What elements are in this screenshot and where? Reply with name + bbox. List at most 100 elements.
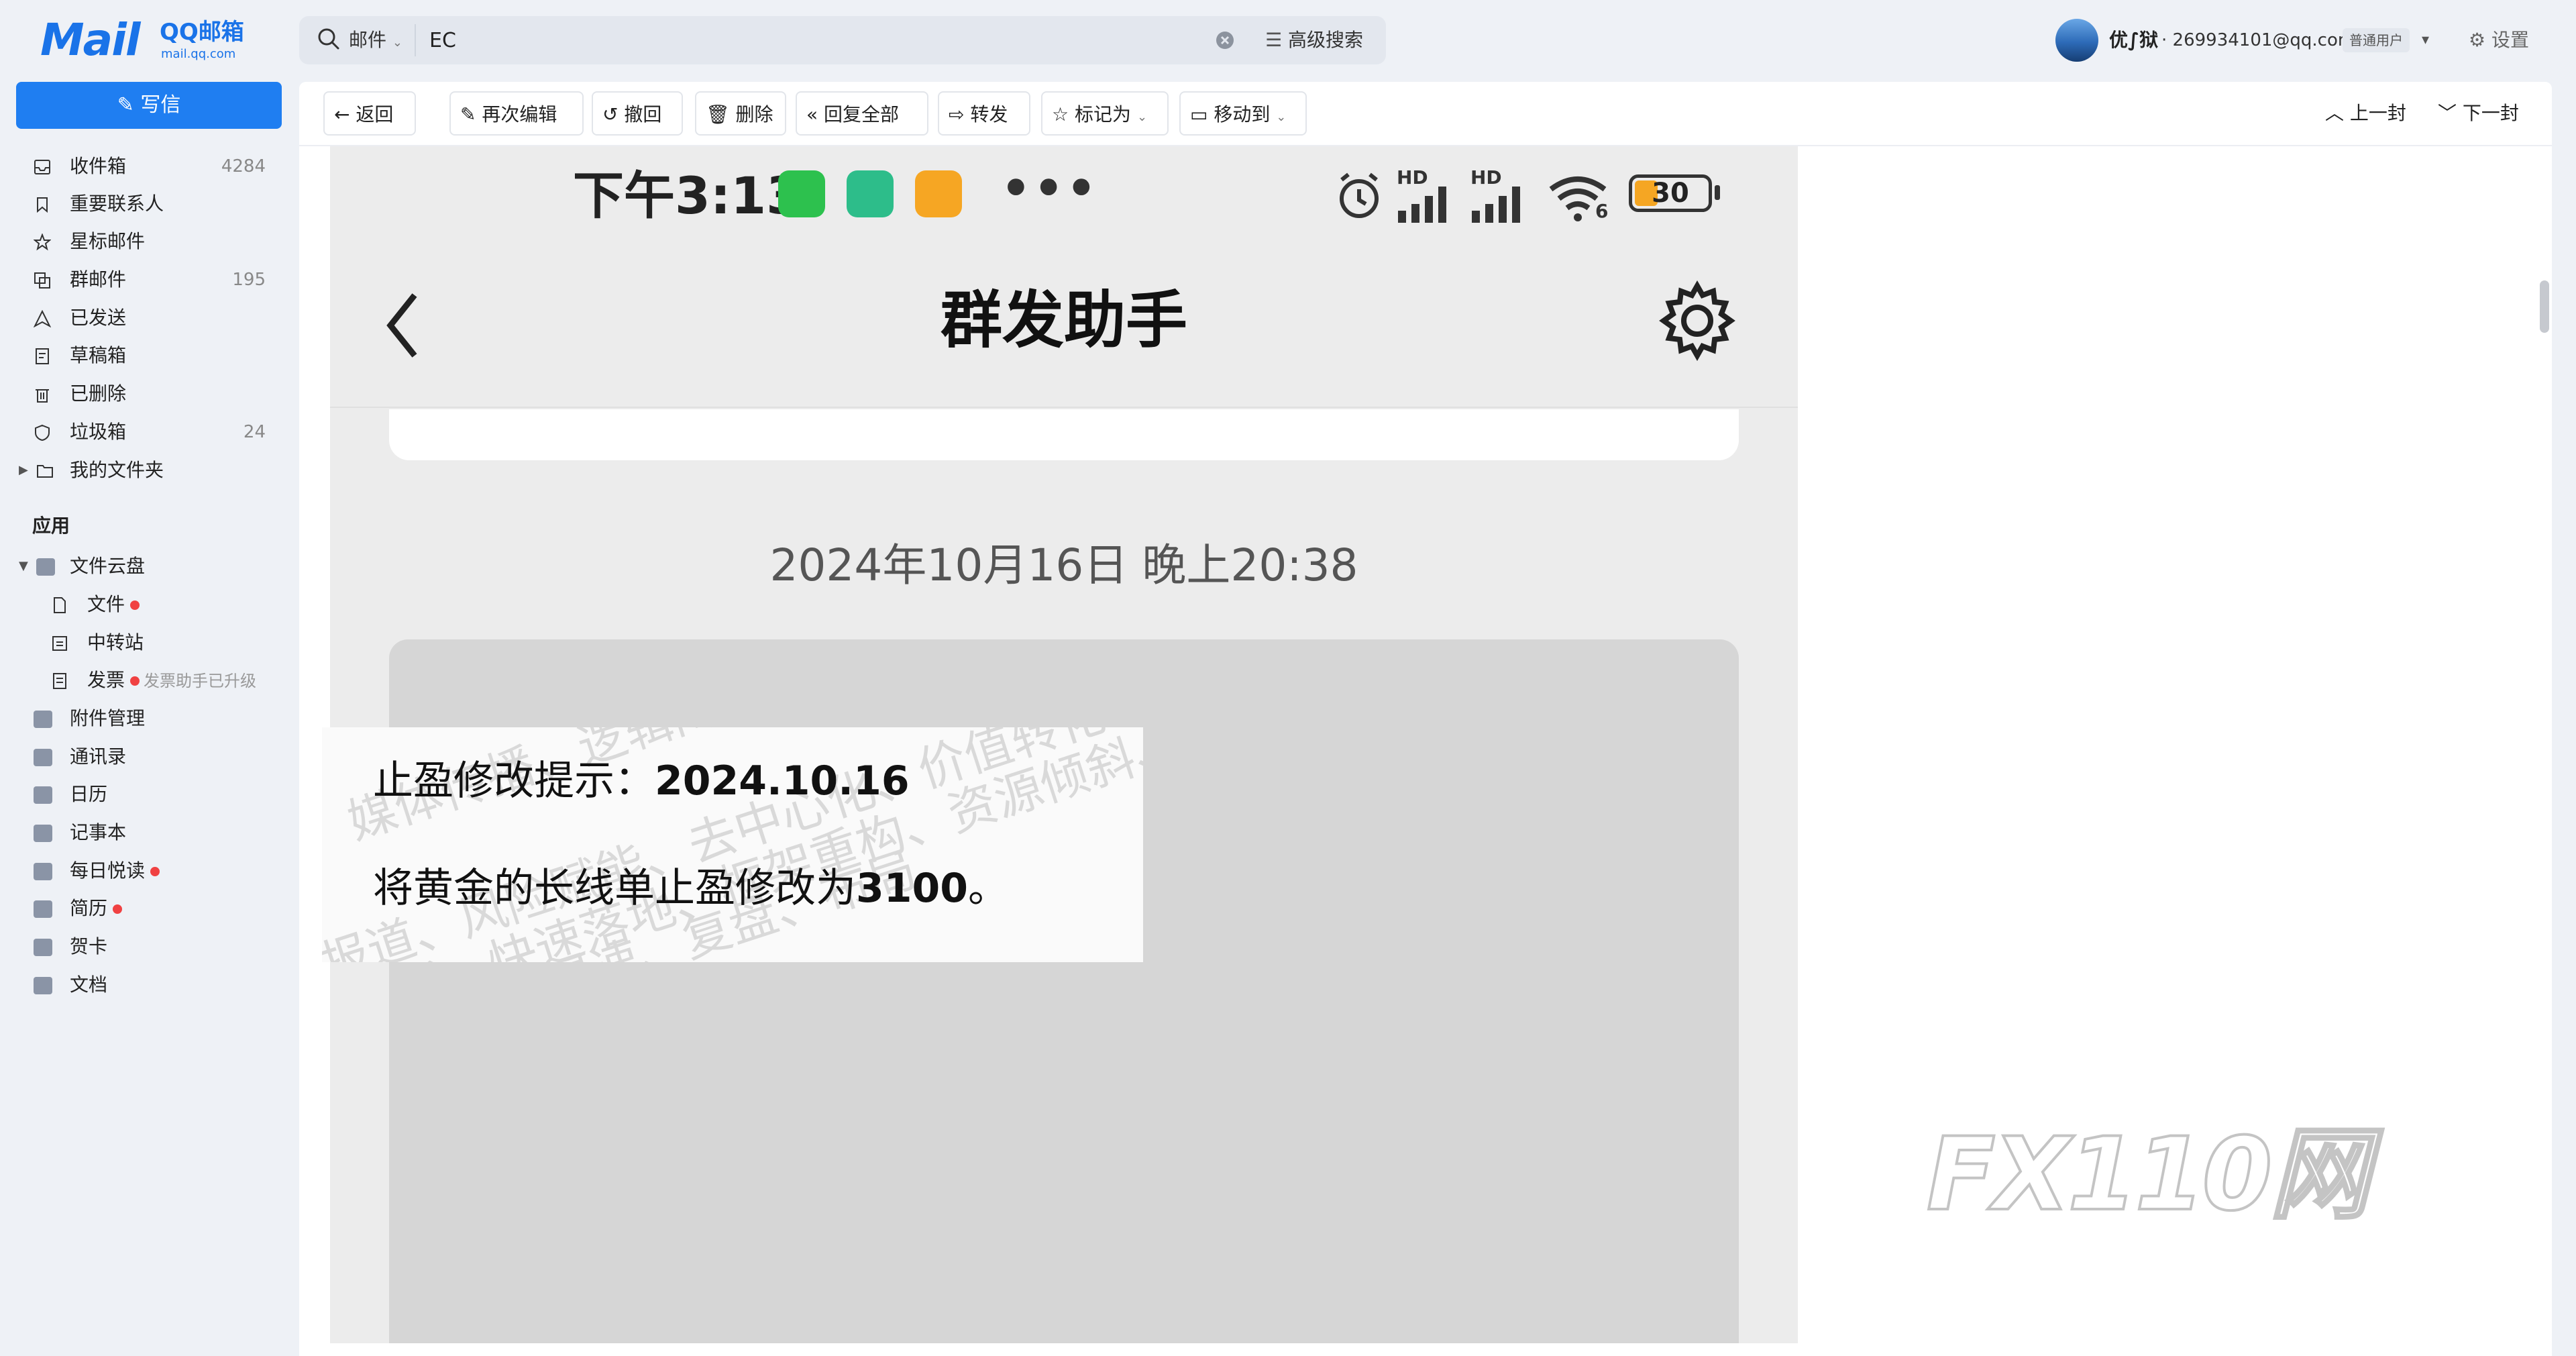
reply-all-button[interactable]: « 回复全部 bbox=[796, 91, 928, 136]
move-to-label: 移动到 bbox=[1214, 103, 1271, 125]
sidebar-item-contacts[interactable]: 通讯录 bbox=[34, 741, 275, 773]
draft-icon bbox=[36, 348, 49, 364]
notice-date: 2024.10.16 bbox=[655, 758, 910, 804]
sidebar-item-invoice[interactable]: 发票 发票助手已升级 bbox=[51, 664, 279, 696]
search-scope-dropdown[interactable]: 邮件 ⌄ bbox=[349, 27, 402, 56]
advanced-search-button[interactable]: ☰ 高级搜索 bbox=[1265, 27, 1363, 54]
site-watermark: FX110网 bbox=[1925, 1116, 2371, 1233]
invoice-icon bbox=[53, 673, 66, 689]
move-to-dropdown[interactable]: ▭ 移动到 ⌄ bbox=[1179, 91, 1307, 136]
sidebar-item-cloud-drive[interactable]: ▼ 文件云盘 bbox=[19, 550, 275, 582]
sidebar-item-resume[interactable]: 简历 bbox=[34, 892, 275, 925]
compose-button[interactable]: ✎ 写信 bbox=[16, 82, 282, 129]
compose-icon: ✎ bbox=[117, 93, 134, 117]
sidebar-item-drafts[interactable]: 草稿箱 bbox=[34, 340, 275, 372]
signal-icon bbox=[1472, 187, 1520, 223]
apps-heading: 应用 bbox=[32, 515, 70, 537]
sidebar-item-label: 贺卡 bbox=[70, 935, 108, 957]
sidebar-item-spam[interactable]: 垃圾箱 24 bbox=[34, 416, 275, 448]
settings-label: 设置 bbox=[2491, 29, 2530, 51]
caret-right-icon[interactable]: ▶ bbox=[19, 454, 28, 486]
sidebar-item-transfer-station[interactable]: 中转站 bbox=[51, 627, 292, 659]
folder-icon bbox=[37, 465, 53, 478]
filter-icon: ☰ bbox=[1265, 29, 1283, 51]
sidebar-item-label: 简历 bbox=[70, 892, 123, 925]
search-divider bbox=[415, 24, 416, 56]
advanced-search-label: 高级搜索 bbox=[1288, 29, 1364, 51]
daily-reading-label: 每日悦读 bbox=[70, 859, 146, 882]
invoice-label: 发票 bbox=[87, 669, 125, 691]
sidebar-item-label: 星标邮件 bbox=[70, 230, 146, 252]
trash-icon: 🗑 bbox=[706, 103, 730, 125]
reply-all-icon: « bbox=[806, 103, 818, 125]
more-dots-icon: ••• bbox=[1001, 161, 1099, 216]
sidebar-item-label: 收件箱 bbox=[70, 155, 127, 177]
user-email[interactable]: · 269934101@qq.com bbox=[2161, 27, 2355, 54]
caret-down-icon[interactable]: ▼ bbox=[19, 550, 28, 582]
sidebar-item-label: 文档 bbox=[70, 974, 108, 996]
sidebar-item-notepad[interactable]: 记事本 bbox=[34, 817, 275, 849]
notice-take-profit-value: 3100 bbox=[856, 865, 968, 912]
cloud-drive-icon bbox=[36, 558, 55, 576]
avatar[interactable] bbox=[2055, 19, 2098, 62]
back-button[interactable]: ← 返回 bbox=[323, 91, 416, 136]
alarm-icon bbox=[1340, 172, 1379, 218]
sidebar-item-important-contacts[interactable]: 重要联系人 bbox=[34, 188, 275, 220]
sidebar-item-greeting-card[interactable]: 贺卡 bbox=[34, 931, 275, 963]
sidebar-item-group-mail[interactable]: 群邮件 195 bbox=[34, 264, 275, 296]
sidebar-item-deleted[interactable]: 已删除 bbox=[34, 378, 275, 410]
sidebar-item-label: 中转站 bbox=[87, 631, 144, 654]
sidebar-item-docs[interactable]: 文档 bbox=[34, 969, 275, 1001]
notepad-icon bbox=[34, 825, 52, 842]
sidebar-item-sent[interactable]: 已发送 bbox=[34, 302, 275, 334]
hd-label: HD bbox=[1397, 166, 1428, 189]
next-mail-button[interactable]: ﹀ 下一封 bbox=[2438, 91, 2519, 136]
sidebar-item-starred[interactable]: 星标邮件 bbox=[34, 225, 275, 258]
search-icon[interactable] bbox=[315, 25, 342, 52]
forward-icon: ⇨ bbox=[949, 103, 965, 125]
re-edit-button[interactable]: ✎ 再次编辑 bbox=[449, 91, 584, 136]
unread-dot bbox=[150, 867, 160, 876]
files-label: 文件 bbox=[87, 593, 125, 615]
sidebar-item-label: 记事本 bbox=[70, 821, 127, 843]
sidebar-item-count: 195 bbox=[232, 270, 266, 290]
mark-as-dropdown[interactable]: ☆ 标记为 ⌄ bbox=[1041, 91, 1169, 136]
notice-line-2-suffix: 。 bbox=[968, 865, 1008, 912]
clear-search-icon[interactable] bbox=[1214, 30, 1236, 51]
notice-line-1: 止盈修改提示：2024.10.16 bbox=[373, 749, 910, 813]
sidebar-item-files[interactable]: 文件 bbox=[51, 588, 292, 621]
sidebar-item-count: 4284 bbox=[221, 156, 266, 176]
qq-mail-logo[interactable]: Mail QQ邮箱 mail.qq.com bbox=[40, 16, 255, 64]
sidebar-item-attachments[interactable]: 附件管理 bbox=[34, 702, 275, 735]
inbox-icon bbox=[34, 160, 50, 174]
recall-button[interactable]: ↺ 撤回 bbox=[592, 91, 683, 136]
forward-button[interactable]: ⇨ 转发 bbox=[938, 91, 1030, 136]
gear-icon bbox=[1659, 280, 1735, 361]
caret-down-icon[interactable]: ▾ bbox=[2422, 27, 2429, 54]
search-input[interactable] bbox=[429, 24, 1194, 56]
daily-reading-icon bbox=[34, 863, 52, 880]
trash-icon bbox=[36, 389, 49, 403]
user-name[interactable]: 优∫狱 bbox=[2109, 27, 2158, 54]
sidebar-item-my-folders[interactable]: ▶ 我的文件夹 bbox=[19, 454, 275, 486]
sidebar-item-count: 24 bbox=[243, 422, 266, 442]
previous-mail-button[interactable]: ︿ 上一封 bbox=[2325, 91, 2406, 136]
mark-as-label: 标记为 bbox=[1075, 103, 1132, 125]
settings-button[interactable]: ⚙ 设置 bbox=[2469, 27, 2529, 54]
logo-mail-text: Mail bbox=[40, 14, 140, 66]
scrollbar-thumb[interactable] bbox=[2540, 280, 2549, 333]
delete-button[interactable]: 🗑 删除 bbox=[695, 91, 786, 136]
sidebar-item-inbox[interactable]: 收件箱 4284 bbox=[34, 150, 275, 182]
delete-label: 删除 bbox=[735, 103, 773, 125]
resume-icon bbox=[34, 900, 52, 918]
sidebar-item-calendar[interactable]: 日历 bbox=[34, 778, 275, 811]
battery-level: 30 bbox=[1652, 178, 1689, 209]
forward-label: 转发 bbox=[970, 103, 1008, 125]
docs-icon bbox=[34, 977, 52, 994]
star-icon bbox=[34, 233, 51, 251]
star-icon: ☆ bbox=[1052, 103, 1069, 125]
user-level-badge: 普通用户 bbox=[2343, 28, 2410, 52]
sidebar-item-label: 草稿箱 bbox=[70, 344, 127, 366]
unread-dot bbox=[113, 904, 123, 914]
sidebar-item-daily-reading[interactable]: 每日悦读 bbox=[34, 855, 275, 887]
